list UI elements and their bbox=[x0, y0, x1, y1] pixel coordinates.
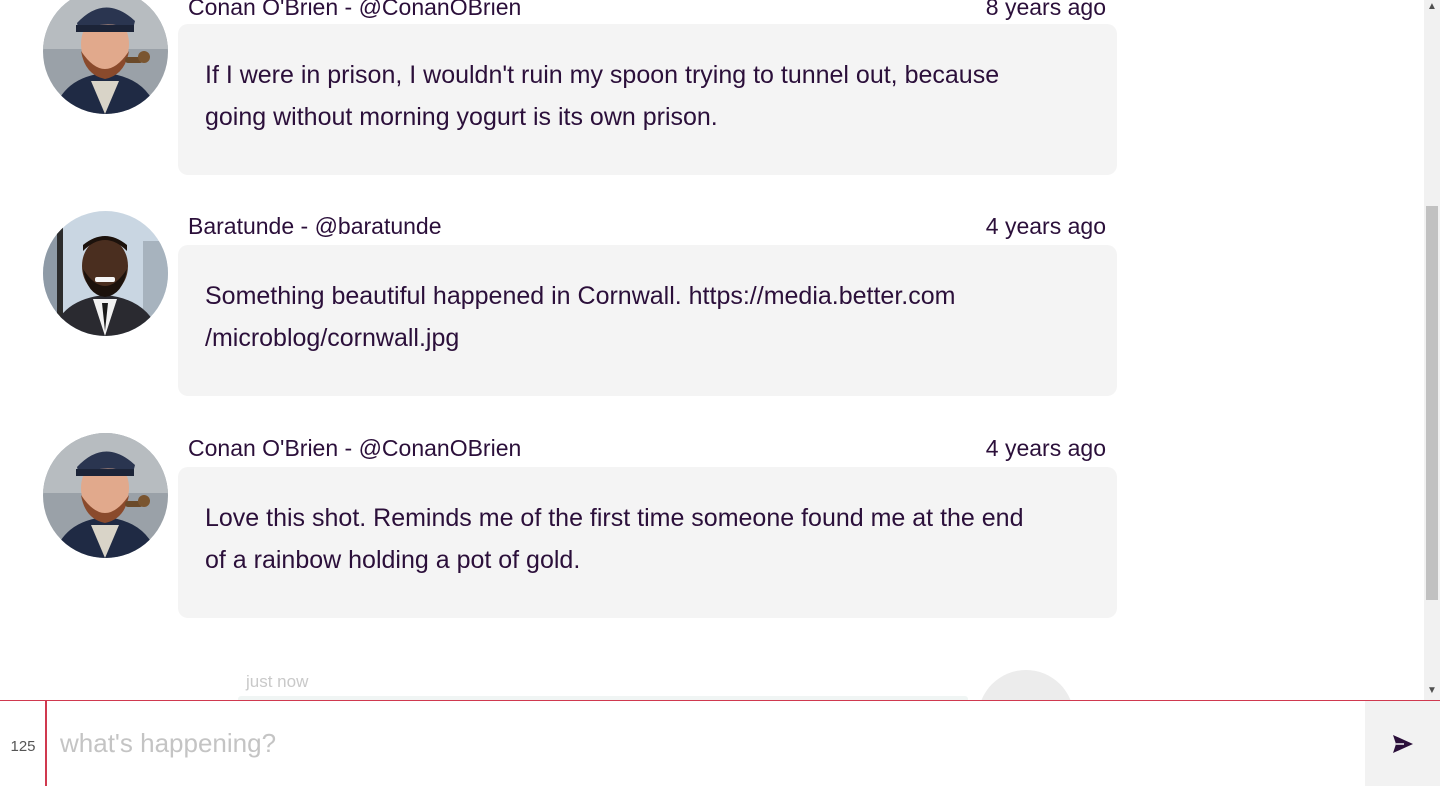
post-time: 8 years ago bbox=[985, 0, 1106, 20]
post-header: Conan O'Brien - @ConanOBrien 8 years ago bbox=[188, 0, 1106, 21]
post-text-line: /microblog/cornwall.jpg bbox=[205, 324, 460, 352]
conan-avatar-image bbox=[43, 0, 168, 114]
post-time: 4 years ago bbox=[985, 213, 1106, 239]
post-text-line: Something beautiful happened in Cornwall… bbox=[205, 282, 956, 310]
post-author[interactable]: Conan O'Brien - @ConanOBrien bbox=[188, 0, 521, 21]
character-count: 125 bbox=[10, 738, 36, 755]
scroll-up-arrow-icon[interactable]: ▲ bbox=[1424, 0, 1440, 14]
composer: 125 bbox=[0, 700, 1440, 786]
post-bubble: If I were in prison, I wouldn't ruin my … bbox=[178, 24, 1117, 175]
post-text-line: going without morning yogurt is its own … bbox=[205, 103, 718, 131]
avatar[interactable] bbox=[43, 211, 168, 336]
avatar[interactable] bbox=[43, 433, 168, 558]
feed: Conan O'Brien - @ConanOBrien 8 years ago… bbox=[0, 0, 1424, 700]
composer-divider bbox=[45, 701, 47, 786]
pending-post-time: just now bbox=[246, 672, 309, 691]
send-button[interactable] bbox=[1365, 701, 1440, 786]
post-bubble: Love this shot. Reminds me of the first … bbox=[178, 467, 1117, 618]
post-author[interactable]: Baratunde - @baratunde bbox=[188, 212, 442, 240]
avatar[interactable] bbox=[43, 0, 168, 114]
post-header: Conan O'Brien - @ConanOBrien 4 years ago bbox=[188, 434, 1106, 462]
compose-input[interactable] bbox=[48, 701, 1364, 786]
scroll-down-arrow-icon[interactable]: ▼ bbox=[1424, 684, 1440, 698]
baratunde-avatar-image bbox=[43, 211, 168, 336]
post-header: Baratunde - @baratunde 4 years ago bbox=[188, 212, 1106, 240]
scrollbar-thumb[interactable] bbox=[1426, 206, 1438, 600]
send-icon bbox=[1392, 735, 1413, 753]
post-author[interactable]: Conan O'Brien - @ConanOBrien bbox=[188, 434, 521, 462]
post-text-line: Love this shot. Reminds me of the first … bbox=[205, 504, 1024, 532]
feed-scrollbar[interactable]: ▲ ▼ bbox=[1424, 0, 1440, 700]
post-text-line: If I were in prison, I wouldn't ruin my … bbox=[205, 61, 1000, 89]
post-time: 4 years ago bbox=[985, 435, 1106, 461]
microblog-app: Conan O'Brien - @ConanOBrien 8 years ago… bbox=[0, 0, 1440, 786]
post-text-line: of a rainbow holding a pot of gold. bbox=[205, 546, 581, 574]
conan-avatar-image bbox=[43, 433, 168, 558]
post-bubble: Something beautiful happened in Cornwall… bbox=[178, 245, 1117, 396]
pending-post-avatar bbox=[978, 670, 1074, 700]
